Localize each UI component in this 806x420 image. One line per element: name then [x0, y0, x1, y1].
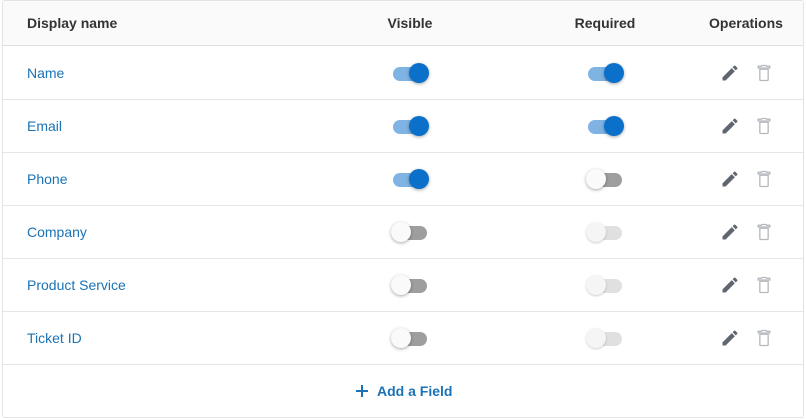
toggle-knob: [586, 169, 606, 189]
toggle-knob: [391, 328, 411, 348]
column-header-required: Required: [574, 15, 636, 31]
visible-toggle[interactable]: [391, 115, 431, 137]
add-field-button[interactable]: Add a Field: [355, 380, 452, 402]
trash-icon[interactable]: [754, 116, 774, 136]
required-toggle: [586, 327, 626, 349]
table-header: Display name Visible Required Operations: [3, 1, 803, 46]
toggle-knob: [586, 222, 606, 242]
add-field-label: Add a Field: [377, 383, 453, 399]
trash-icon[interactable]: [754, 63, 774, 83]
pencil-icon[interactable]: [720, 63, 740, 83]
pencil-icon[interactable]: [720, 169, 740, 189]
toggle-knob: [409, 116, 429, 136]
toggle-knob: [604, 63, 624, 83]
toggle-knob: [409, 169, 429, 189]
required-toggle: [586, 221, 626, 243]
table-row: Email: [3, 100, 803, 153]
field-display-name[interactable]: Phone: [27, 153, 67, 205]
visible-toggle[interactable]: [391, 327, 431, 349]
field-display-name[interactable]: Name: [27, 47, 64, 99]
pencil-icon[interactable]: [720, 222, 740, 242]
toggle-knob: [391, 222, 411, 242]
column-header-visible: Visible: [387, 15, 433, 31]
plus-icon: [356, 385, 368, 397]
field-display-name[interactable]: Company: [27, 206, 87, 258]
trash-icon[interactable]: [754, 169, 774, 189]
required-toggle: [586, 274, 626, 296]
required-toggle[interactable]: [586, 168, 626, 190]
trash-icon[interactable]: [754, 275, 774, 295]
table-row: Phone: [3, 153, 803, 206]
table-row: Product Service: [3, 259, 803, 312]
pencil-icon[interactable]: [720, 328, 740, 348]
table-row: Ticket ID: [3, 312, 803, 365]
toggle-knob: [604, 116, 624, 136]
required-toggle[interactable]: [586, 62, 626, 84]
pencil-icon[interactable]: [720, 275, 740, 295]
visible-toggle[interactable]: [391, 274, 431, 296]
trash-icon[interactable]: [754, 222, 774, 242]
form-fields-table: Display name Visible Required Operations…: [2, 0, 804, 418]
table-footer: Add a Field: [3, 365, 803, 418]
field-display-name[interactable]: Ticket ID: [27, 312, 82, 364]
table-row: Name: [3, 47, 803, 100]
toggle-knob: [391, 275, 411, 295]
toggle-knob: [586, 328, 606, 348]
visible-toggle[interactable]: [391, 62, 431, 84]
required-toggle[interactable]: [586, 115, 626, 137]
toggle-knob: [409, 63, 429, 83]
table-row: Company: [3, 206, 803, 259]
visible-toggle[interactable]: [391, 221, 431, 243]
field-display-name[interactable]: Product Service: [27, 259, 126, 311]
column-header-operations: Operations: [709, 15, 783, 31]
toggle-knob: [586, 275, 606, 295]
trash-icon[interactable]: [754, 328, 774, 348]
pencil-icon[interactable]: [720, 116, 740, 136]
visible-toggle[interactable]: [391, 168, 431, 190]
field-display-name[interactable]: Email: [27, 100, 62, 152]
column-header-display-name: Display name: [27, 15, 118, 31]
